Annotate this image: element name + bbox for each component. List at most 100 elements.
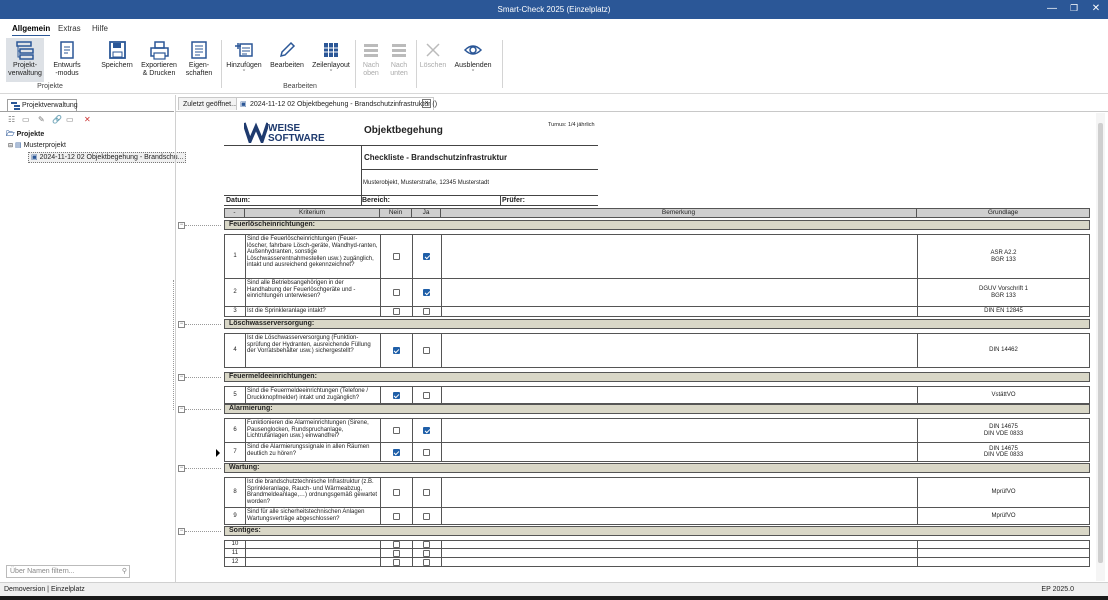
exportieren-button[interactable]: Exportieren & Drucken: [140, 38, 178, 82]
tree-item-musterprojekt[interactable]: ⊟ ▤ Musterprojekt: [8, 141, 66, 152]
bemerkung-cell[interactable]: [441, 307, 918, 316]
ja-cell[interactable]: [412, 558, 442, 566]
ausblenden-button[interactable]: Ausblenden ˇ: [452, 38, 494, 82]
bemerkung-cell[interactable]: [441, 419, 918, 442]
ja-checkbox[interactable]: [423, 558, 430, 566]
nein-cell[interactable]: [380, 558, 413, 566]
entwurfsmodus-button[interactable]: Entwurfs -modus: [48, 38, 86, 82]
table-row[interactable]: 10: [224, 540, 1090, 549]
nein-checkbox[interactable]: [392, 448, 400, 456]
nein-cell[interactable]: [380, 334, 413, 367]
nein-cell[interactable]: [380, 549, 413, 557]
search-icon[interactable]: ⚲: [122, 567, 127, 575]
ja-checkbox[interactable]: [423, 541, 430, 548]
ja-checkbox[interactable]: [423, 289, 430, 296]
nein-checkbox[interactable]: [392, 347, 400, 354]
restore-icon[interactable]: ❐: [1066, 3, 1082, 14]
ja-cell[interactable]: [412, 334, 442, 367]
nach-unten-button[interactable]: Nach unten: [385, 38, 413, 82]
collapse-section-icon[interactable]: −: [178, 374, 185, 381]
ja-cell[interactable]: [412, 307, 442, 316]
nein-checkbox[interactable]: [392, 289, 400, 296]
ja-cell[interactable]: [412, 478, 442, 507]
ja-checkbox[interactable]: [423, 512, 430, 520]
nein-checkbox[interactable]: [392, 253, 400, 260]
collapse-section-icon[interactable]: −: [178, 528, 185, 535]
nein-cell[interactable]: [380, 508, 413, 524]
vertical-scrollbar[interactable]: [1096, 113, 1105, 581]
ja-cell[interactable]: [412, 508, 442, 524]
tab-allgemein[interactable]: Allgemein: [12, 24, 51, 36]
link-icon[interactable]: 🔗: [52, 115, 62, 125]
table-row[interactable]: 11: [224, 549, 1090, 558]
close-icon[interactable]: ✕: [1088, 3, 1104, 14]
bemerkung-cell[interactable]: [441, 541, 918, 548]
ja-checkbox[interactable]: [423, 448, 430, 456]
table-row[interactable]: 2 Sind alle Betriebsangehörigen in der Ha…: [224, 279, 1090, 307]
ja-cell[interactable]: [412, 443, 442, 461]
ja-cell[interactable]: [412, 541, 442, 548]
table-row[interactable]: 1 Sind die Feuerlöscheinrichtungen (Feuer…: [224, 234, 1090, 279]
ja-checkbox[interactable]: [423, 253, 430, 260]
edit-icon[interactable]: ✎: [38, 115, 48, 125]
tab-extras[interactable]: Extras: [58, 24, 81, 33]
nein-checkbox[interactable]: [392, 489, 400, 496]
bemerkung-cell[interactable]: [441, 549, 918, 557]
eigenschaften-button[interactable]: Eigen- schaften: [180, 38, 218, 82]
tab-hilfe[interactable]: Hilfe: [92, 24, 108, 33]
ja-cell[interactable]: [412, 387, 442, 403]
nein-cell[interactable]: [380, 307, 413, 316]
collapse-toggle-icon[interactable]: ⊟: [8, 143, 13, 149]
ja-checkbox[interactable]: [423, 427, 430, 434]
hinzufuegen-button[interactable]: Hinzufügen ˇ: [224, 38, 264, 82]
nein-checkbox[interactable]: [392, 541, 400, 548]
table-row[interactable]: 12: [224, 558, 1090, 567]
nein-checkbox[interactable]: [392, 512, 400, 520]
nein-cell[interactable]: [380, 387, 413, 403]
close-tab-icon[interactable]: ×: [422, 99, 431, 108]
tree-root-projekte[interactable]: 🗁 Projekte: [6, 130, 44, 141]
ja-checkbox[interactable]: [423, 347, 430, 354]
nein-cell[interactable]: [380, 279, 413, 306]
ja-cell[interactable]: [412, 419, 442, 442]
nein-cell[interactable]: [380, 443, 413, 461]
nein-cell[interactable]: [380, 541, 413, 548]
collapse-section-icon[interactable]: −: [178, 465, 185, 472]
filter-input[interactable]: Über Namen filtern... ⚲: [6, 565, 130, 578]
minimize-icon[interactable]: —: [1044, 3, 1060, 14]
table-row[interactable]: 8 Ist die brandschutztechnische Infrastru…: [224, 477, 1090, 508]
tab-zuletzt-geoeffnet[interactable]: Zuletzt geöffnet...: [178, 97, 242, 110]
tab-objektbegehung[interactable]: ▣ 2024-11-12 02 Objektbegehung - Brandsc…: [236, 97, 437, 110]
ja-checkbox[interactable]: [423, 489, 430, 496]
bemerkung-cell[interactable]: [441, 478, 918, 507]
table-row[interactable]: 6 Funktionieren die Alarmeinrichtungen (S…: [224, 418, 1090, 443]
table-row[interactable]: 4 Ist die Löschwasserversorgung (Funktion…: [224, 333, 1090, 368]
folder-icon[interactable]: ▭: [22, 115, 32, 125]
bearbeiten-button[interactable]: Bearbeiten: [268, 38, 306, 82]
loeschen-button[interactable]: Löschen: [418, 38, 448, 82]
bemerkung-cell[interactable]: [441, 387, 918, 403]
ja-checkbox[interactable]: [423, 308, 430, 315]
zeilenlayout-button[interactable]: Zeilenlayout ˇ: [310, 38, 352, 82]
bemerkung-cell[interactable]: [441, 508, 918, 524]
bemerkung-cell[interactable]: [441, 279, 918, 306]
table-row[interactable]: 3 Ist die Sprinkleranlage intakt? DIN EN 1…: [224, 307, 1090, 317]
nein-checkbox[interactable]: [392, 308, 400, 315]
ja-checkbox[interactable]: [423, 391, 430, 399]
collapse-section-icon[interactable]: −: [178, 321, 185, 328]
collapse-section-icon[interactable]: −: [178, 406, 185, 413]
panel-splitter[interactable]: [175, 95, 176, 582]
nein-cell[interactable]: [380, 419, 413, 442]
delete-icon[interactable]: ✕: [84, 115, 94, 125]
nein-cell[interactable]: [380, 235, 413, 278]
bemerkung-cell[interactable]: [441, 235, 918, 278]
speichern-button[interactable]: Speichern: [98, 38, 136, 82]
expand-tree-icon[interactable]: ☷: [8, 115, 18, 125]
nach-oben-button[interactable]: Nach oben: [357, 38, 385, 82]
bemerkung-cell[interactable]: [441, 443, 918, 461]
nein-checkbox[interactable]: [392, 427, 400, 434]
projektverwaltung-button[interactable]: Projekt- verwaltung: [6, 38, 44, 82]
window-icon[interactable]: ▭: [66, 115, 76, 125]
tree-item-objektbegehung[interactable]: ▣ 2024-11-12 02 Objektbegehung - Brandsc…: [28, 152, 187, 163]
nein-checkbox[interactable]: [392, 558, 400, 566]
